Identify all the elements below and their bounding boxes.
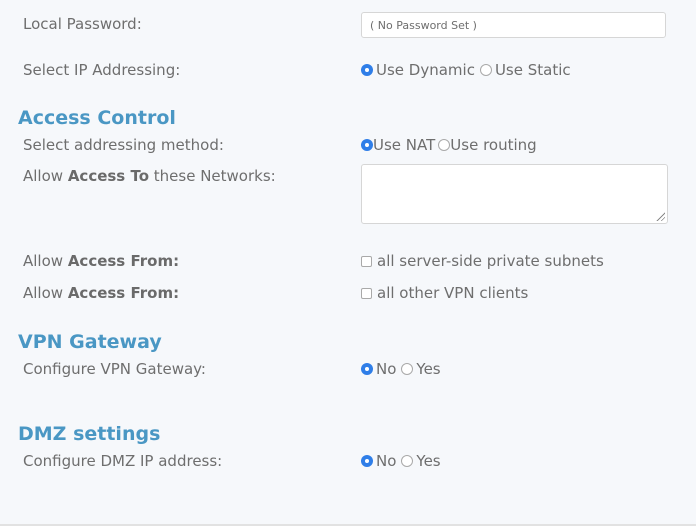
access-from-label-1-bold: Access From:	[67, 252, 180, 270]
use-static-label[interactable]: Use Static	[495, 61, 571, 79]
dmz-settings-heading: DMZ settings	[18, 423, 161, 445]
dmz-no-radio[interactable]	[361, 455, 373, 467]
access-from-label-1: Allow Access From:	[23, 252, 179, 270]
server-side-subnets-label[interactable]: all server-side private subnets	[377, 252, 604, 270]
resize-grip-icon[interactable]	[655, 211, 665, 221]
use-dynamic-radio[interactable]	[361, 64, 373, 76]
other-vpn-clients-option: all other VPN clients	[361, 284, 528, 302]
addressing-method-label: Select addressing method:	[23, 136, 224, 154]
local-password-input[interactable]	[361, 12, 666, 38]
vpn-gateway-heading: VPN Gateway	[18, 331, 162, 353]
other-vpn-clients-checkbox[interactable]	[361, 287, 372, 299]
addressing-method-radio-group: Use NAT Use routing	[361, 136, 540, 154]
access-from-row-1: Allow Access From: all server-side priva…	[23, 252, 683, 276]
ip-addressing-row: Select IP Addressing: Use Dynamic Use St…	[23, 61, 683, 85]
access-control-heading: Access Control	[18, 107, 176, 129]
local-password-label: Local Password:	[23, 15, 142, 33]
access-from-label-2-bold: Access From:	[67, 284, 180, 302]
vpn-gateway-radio-group: No Yes	[361, 360, 446, 378]
dmz-label: Configure DMZ IP address:	[23, 452, 223, 470]
vpn-gateway-yes-radio[interactable]	[401, 363, 414, 375]
use-routing-label[interactable]: Use routing	[450, 136, 536, 154]
access-from-label-2-prefix: Allow	[23, 284, 68, 302]
dmz-radio-group: No Yes	[361, 452, 446, 470]
use-static-radio[interactable]	[479, 64, 492, 76]
ip-addressing-label: Select IP Addressing:	[23, 61, 181, 79]
access-to-label: Allow Access To these Networks:	[23, 167, 276, 185]
dmz-row: Configure DMZ IP address: No Yes	[23, 452, 683, 476]
server-side-subnets-checkbox[interactable]	[361, 255, 372, 267]
access-from-label-1-prefix: Allow	[23, 252, 68, 270]
vpn-gateway-yes-label[interactable]: Yes	[416, 360, 440, 378]
use-nat-label[interactable]: Use NAT	[373, 136, 435, 154]
use-nat-radio[interactable]	[361, 139, 373, 151]
dmz-yes-label[interactable]: Yes	[416, 452, 440, 470]
access-to-label-bold: Access To	[67, 167, 150, 185]
access-to-networks-textarea[interactable]	[361, 164, 668, 224]
use-dynamic-label[interactable]: Use Dynamic	[376, 61, 475, 79]
ip-addressing-radio-group: Use Dynamic Use Static	[361, 61, 576, 79]
other-vpn-clients-label[interactable]: all other VPN clients	[377, 284, 528, 302]
use-routing-radio[interactable]	[438, 139, 451, 151]
vpn-gateway-row: Configure VPN Gateway: No Yes	[23, 360, 683, 384]
addressing-method-row: Select addressing method: Use NAT Use ro…	[23, 136, 683, 160]
vpn-gateway-no-label[interactable]: No	[376, 360, 396, 378]
vpn-gateway-no-radio[interactable]	[361, 363, 373, 375]
access-to-label-prefix: Allow	[23, 167, 68, 185]
access-to-label-suffix: these Networks:	[149, 167, 276, 185]
access-from-label-2: Allow Access From:	[23, 284, 179, 302]
server-side-subnets-option: all server-side private subnets	[361, 252, 604, 270]
vpn-gateway-label: Configure VPN Gateway:	[23, 360, 206, 378]
access-from-row-2: Allow Access From: all other VPN clients	[23, 284, 683, 308]
dmz-yes-radio[interactable]	[401, 455, 414, 467]
dmz-no-label[interactable]: No	[376, 452, 396, 470]
